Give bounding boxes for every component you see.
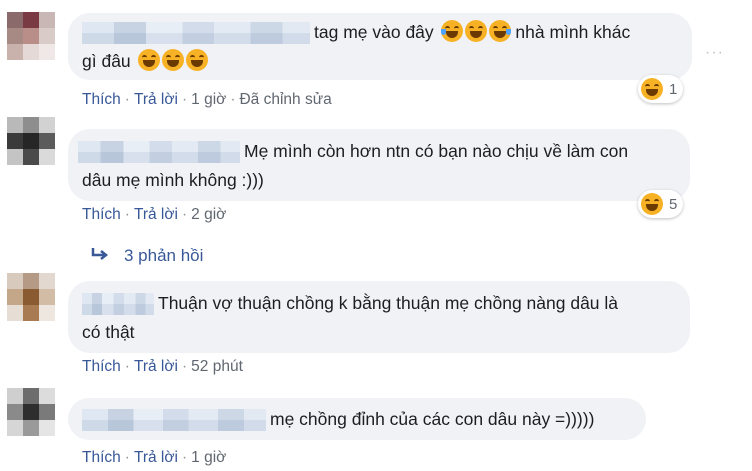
avatar[interactable]: [7, 12, 55, 60]
comment-text-line2: có thật: [82, 322, 135, 342]
laughing-emoji-icon: [641, 78, 663, 100]
separator: ·: [230, 91, 236, 108]
comment-text-line1-end: nhà mình khác: [515, 22, 631, 42]
separator: ·: [181, 206, 188, 223]
reaction-count-value: 1: [669, 80, 678, 98]
reaction-count-value: 5: [669, 195, 678, 213]
timestamp[interactable]: 52 phút: [191, 358, 243, 375]
separator: ·: [124, 449, 130, 466]
reply-button[interactable]: Trả lời: [134, 358, 178, 375]
laughing-emoji-icon: [161, 49, 184, 71]
separator: ·: [124, 358, 130, 375]
edited-label[interactable]: Đã chỉnh sửa: [239, 91, 331, 108]
like-button[interactable]: Thích: [82, 206, 121, 223]
laughing-emoji-icon: [641, 193, 663, 215]
comment-bubble: Mẹ mình còn hơn ntn có bạn nào chịu về l…: [68, 129, 690, 201]
reply-arrow-icon: [90, 246, 112, 266]
more-options-icon[interactable]: ···: [705, 44, 724, 62]
comment-text-line2: dâu mẹ mình không :))): [82, 170, 264, 190]
reaction-count[interactable]: 5: [638, 190, 684, 218]
avatar[interactable]: [7, 388, 55, 436]
comment-actions: Thích · Trả lời · 52 phút: [82, 358, 243, 376]
blurred-author-name[interactable]: [78, 141, 240, 164]
comment-bubble: mẹ chồng đỉnh của các con dâu này =))))): [68, 398, 646, 440]
like-button[interactable]: Thích: [82, 358, 121, 375]
separator: ·: [124, 91, 130, 108]
blurred-author-name[interactable]: [82, 409, 266, 432]
comment-actions: Thích · Trả lời · 1 giờ · Đã chỉnh sửa: [82, 91, 332, 109]
comment-text-line1: tag mẹ vào đây: [314, 22, 434, 42]
comment-bubble: Thuận vợ thuận chồng k bằng thuận mẹ chồ…: [68, 281, 690, 353]
timestamp[interactable]: 1 giờ: [191, 91, 226, 108]
comment-bubble: tag mẹ vào đây nhà mình khác gì đâu: [68, 13, 692, 80]
comment-text-line1: Mẹ mình còn hơn ntn có bạn nào chịu về l…: [244, 141, 629, 161]
reply-button[interactable]: Trả lời: [134, 206, 178, 223]
laughing-emoji-icon: [464, 20, 487, 42]
blurred-author-name[interactable]: [82, 22, 310, 45]
avatar[interactable]: [7, 273, 55, 321]
reply-button[interactable]: Trả lời: [134, 449, 178, 466]
laughing-emoji-icon: [137, 49, 160, 71]
blurred-author-name[interactable]: [82, 293, 154, 316]
like-button[interactable]: Thích: [82, 91, 121, 108]
avatar[interactable]: [7, 117, 55, 165]
comment-text-line2: gì đâu: [82, 51, 131, 71]
replies-count-label[interactable]: 3 phản hồi: [124, 246, 203, 265]
view-replies-link[interactable]: 3 phản hồi: [90, 246, 203, 266]
laughing-emoji-icon: [185, 49, 208, 71]
comment-actions: Thích · Trả lời · 1 giờ: [82, 449, 226, 467]
comment-actions: Thích · Trả lời · 2 giờ: [82, 206, 226, 224]
timestamp[interactable]: 2 giờ: [191, 206, 226, 223]
reply-button[interactable]: Trả lời: [134, 91, 178, 108]
comment-text-line1: Thuận vợ thuận chồng k bằng thuận mẹ chồ…: [158, 293, 619, 313]
separator: ·: [181, 358, 188, 375]
comment-text-line1: mẹ chồng đỉnh của các con dâu này =))))): [270, 409, 595, 429]
separator: ·: [181, 91, 188, 108]
reaction-count[interactable]: 1: [638, 75, 684, 103]
laughing-emoji-icon: [440, 20, 463, 42]
like-button[interactable]: Thích: [82, 449, 121, 466]
separator: ·: [124, 206, 130, 223]
separator: ·: [181, 449, 188, 466]
timestamp[interactable]: 1 giờ: [191, 449, 226, 466]
laughing-emoji-icon: [488, 20, 511, 42]
